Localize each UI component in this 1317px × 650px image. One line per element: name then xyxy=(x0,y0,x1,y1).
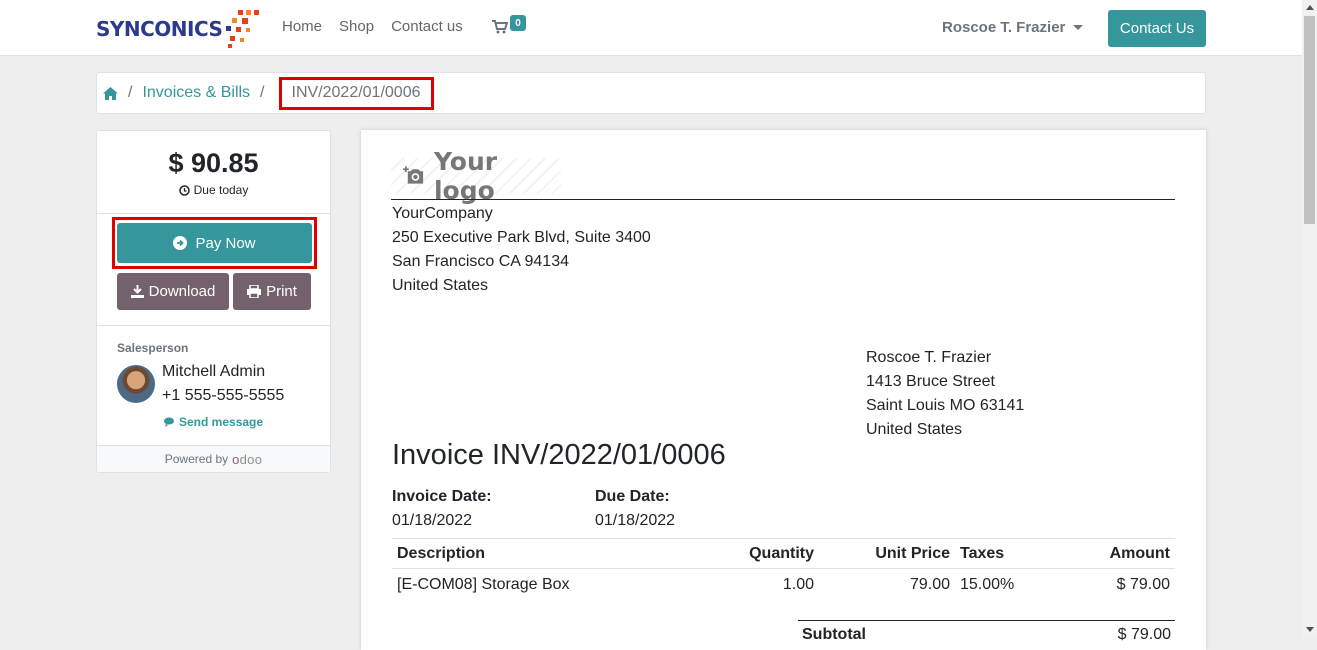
caret-down-icon xyxy=(1073,25,1084,30)
nav-link-shop[interactable]: Shop xyxy=(339,18,374,35)
column-header-description: Description xyxy=(392,538,732,569)
download-icon xyxy=(130,285,144,298)
user-name: Roscoe T. Frazier xyxy=(942,19,1066,36)
powered-by-footer: Powered by odoo xyxy=(97,445,330,472)
customer-line: United States xyxy=(866,421,963,438)
arrow-circle-right-icon xyxy=(173,236,188,250)
company-line: San Francisco CA 94134 xyxy=(392,253,569,270)
print-button[interactable]: Print xyxy=(233,273,311,310)
invoice-title: Invoice INV/2022/01/0006 xyxy=(392,439,726,471)
brand-logo[interactable]: SYNCONICS xyxy=(96,8,260,50)
company-line: YourCompany xyxy=(392,205,493,222)
cart-count-badge: 0 xyxy=(510,15,526,31)
header-rule xyxy=(391,199,1175,200)
pay-now-highlight: Pay Now xyxy=(112,217,317,269)
clock-icon xyxy=(178,184,190,196)
customer-line: 1413 Bruce Street xyxy=(866,373,995,390)
breadcrumb-current: INV/2022/01/0006 xyxy=(278,76,434,110)
line-description: [E-COM08] Storage Box xyxy=(397,576,570,593)
scrollbar-thumb[interactable] xyxy=(1304,16,1315,224)
user-menu-dropdown[interactable]: Roscoe T. Frazier xyxy=(942,19,1084,36)
send-message-label: Send message xyxy=(179,415,264,429)
column-header-amount: Amount xyxy=(1045,538,1175,569)
print-label: Print xyxy=(266,283,297,300)
salesperson-label: Salesperson xyxy=(117,341,189,355)
pay-now-button[interactable]: Pay Now xyxy=(117,223,312,263)
totals-rule xyxy=(798,620,1175,621)
breadcrumb-separator: / xyxy=(260,84,265,101)
customer-line: Saint Louis MO 63141 xyxy=(866,397,1025,414)
breadcrumb-separator: / xyxy=(128,84,133,101)
company-logo-placeholder: Your logo xyxy=(391,147,561,205)
amount-due: $ 90.85 xyxy=(168,148,259,178)
print-icon xyxy=(247,285,262,298)
nav-link-contact[interactable]: Contact us xyxy=(391,18,463,35)
invoice-lines-table: Description Quantity Unit Price Taxes Am… xyxy=(392,538,1175,601)
scroll-up-arrow-icon[interactable] xyxy=(1306,5,1314,10)
comments-icon xyxy=(164,417,174,427)
invoice-date-label: Invoice Date: xyxy=(392,488,492,505)
home-icon[interactable] xyxy=(103,86,118,100)
send-message-link[interactable]: Send message xyxy=(164,415,263,429)
odoo-logo[interactable]: odoo xyxy=(232,452,262,467)
subtotal-label: Subtotal xyxy=(802,626,866,643)
due-date-value: 01/18/2022 xyxy=(595,512,676,529)
breadcrumb-invoices-link[interactable]: Invoices & Bills xyxy=(142,84,250,102)
line-quantity: 1.00 xyxy=(782,576,814,593)
company-address: YourCompany 250 Executive Park Blvd, Sui… xyxy=(392,202,651,298)
customer-address: Roscoe T. Frazier 1413 Bruce Street Sain… xyxy=(866,346,1024,442)
divider xyxy=(97,325,330,326)
divider xyxy=(97,213,330,214)
top-navbar: SYNCONICS Home Shop Contact us 0 Roscoe … xyxy=(0,0,1302,56)
invoice-date-value: 01/18/2022 xyxy=(392,512,473,529)
page-scrollbar[interactable] xyxy=(1302,0,1317,637)
column-header-taxes: Taxes xyxy=(955,538,1045,569)
table-header-row: Description Quantity Unit Price Taxes Am… xyxy=(392,538,1175,569)
due-label: Due today xyxy=(193,183,249,197)
cart-button[interactable]: 0 xyxy=(492,15,528,39)
invoice-document: Your logo YourCompany 250 Executive Park… xyxy=(361,130,1206,650)
line-taxes: 15.00% xyxy=(960,576,1015,593)
due-date-block: Due Date: 01/18/2022 xyxy=(595,485,675,533)
download-label: Download xyxy=(148,283,216,300)
customer-line: Roscoe T. Frazier xyxy=(866,349,992,366)
line-amount: $ 79.00 xyxy=(1116,576,1170,593)
subtotal-row: Subtotal $ 79.00 xyxy=(802,626,1171,644)
column-header-unit-price: Unit Price xyxy=(819,538,955,569)
company-line: United States xyxy=(392,277,489,294)
cart-icon xyxy=(492,20,508,34)
due-status: Due today xyxy=(97,183,330,197)
download-button[interactable]: Download xyxy=(117,273,229,310)
brand-mark-icon xyxy=(224,8,260,50)
salesperson-phone: +1 555-555-5555 xyxy=(162,387,285,404)
main-nav: Home Shop Contact us xyxy=(282,18,463,35)
salesperson-name: Mitchell Admin xyxy=(162,363,266,380)
table-row: [E-COM08] Storage Box 1.00 79.00 15.00% … xyxy=(392,569,1175,602)
line-unit-price: 79.00 xyxy=(909,576,950,593)
scroll-down-arrow-icon[interactable] xyxy=(1306,627,1314,632)
logo-text: Your logo xyxy=(433,147,498,205)
invoice-sidebar: $ 90.85 Due today Pay Now Download Print… xyxy=(96,130,331,473)
subtotal-value: $ 79.00 xyxy=(1117,626,1171,643)
nav-link-home[interactable]: Home xyxy=(282,18,322,35)
camera-plus-icon xyxy=(403,166,424,184)
column-header-quantity: Quantity xyxy=(732,538,819,569)
brand-name: SYNCONICS xyxy=(96,17,223,41)
invoice-date-block: Invoice Date: 01/18/2022 xyxy=(392,485,492,533)
salesperson-avatar xyxy=(117,365,155,403)
powered-by-label: Powered by xyxy=(164,452,229,466)
company-line: 250 Executive Park Blvd, Suite 3400 xyxy=(392,229,651,246)
due-date-label: Due Date: xyxy=(595,488,670,505)
contact-us-button[interactable]: Contact Us xyxy=(1108,10,1206,47)
breadcrumb: / Invoices & Bills / INV/2022/01/0006 xyxy=(96,72,1206,114)
pay-now-label: Pay Now xyxy=(195,234,256,252)
